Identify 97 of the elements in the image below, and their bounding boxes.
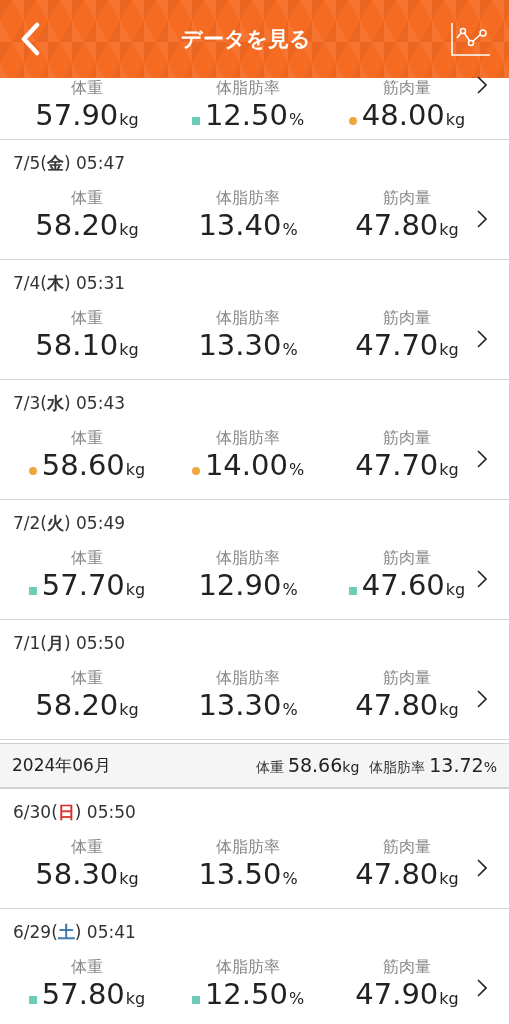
unit-label: kg bbox=[439, 699, 459, 721]
chevron-right-icon[interactable] bbox=[477, 690, 487, 708]
unit-label: kg bbox=[125, 459, 146, 481]
metric-value: 12.50 bbox=[204, 977, 288, 1011]
chevron-right-icon[interactable] bbox=[477, 859, 487, 877]
metric-label: 体脂肪率 bbox=[216, 837, 280, 857]
unit-label: kg bbox=[439, 219, 459, 241]
metric-label: 筋肉量 bbox=[383, 668, 431, 688]
metric-value: 58.20 bbox=[35, 208, 119, 242]
metric-value: 12.50 bbox=[204, 98, 288, 132]
entry-date: 7/2(火) 05:49 bbox=[13, 512, 126, 534]
unit-label: kg bbox=[445, 109, 466, 131]
metric-label: 体重 bbox=[71, 428, 103, 448]
summary-value: 58.66 bbox=[287, 754, 343, 776]
metric-value: 57.80 bbox=[41, 977, 125, 1011]
metric-label: 筋肉量 bbox=[383, 837, 431, 857]
chevron-right-icon[interactable] bbox=[477, 450, 487, 468]
chevron-right-icon[interactable] bbox=[477, 979, 487, 997]
metric-value: 14.00 bbox=[204, 448, 288, 482]
metric-label: 筋肉量 bbox=[383, 308, 431, 328]
unit-label: % bbox=[288, 459, 305, 481]
unit-label: kg bbox=[125, 988, 146, 1010]
metric-label: 体脂肪率 bbox=[216, 78, 280, 98]
metric-value: 47.60 bbox=[361, 568, 445, 602]
unit-label: kg bbox=[119, 868, 139, 890]
metric-label: 体重 bbox=[71, 668, 103, 688]
summary-value: 13.72 bbox=[429, 754, 484, 776]
metric-label: 体重 bbox=[71, 957, 103, 977]
metric-value: 13.50 bbox=[198, 857, 282, 891]
metric-value: 12.90 bbox=[198, 568, 282, 602]
entry-date: 7/4(木) 05:31 bbox=[13, 272, 126, 294]
unit-label: kg bbox=[119, 339, 139, 361]
summary-label: 体脂肪率 bbox=[369, 759, 426, 777]
metric-label: 体重 bbox=[71, 548, 103, 568]
unit-label: kg bbox=[439, 988, 459, 1010]
unit-label: kg bbox=[125, 579, 146, 601]
metric-value: 57.90 bbox=[35, 98, 119, 132]
metric-value: 47.70 bbox=[355, 328, 439, 362]
entry-date: 7/1(月) 05:50 bbox=[13, 632, 126, 654]
metric-label: 筋肉量 bbox=[383, 78, 431, 98]
metric-label: 体重 bbox=[71, 78, 103, 98]
chevron-right-icon[interactable] bbox=[477, 210, 487, 228]
unit-label: % bbox=[282, 868, 298, 890]
chevron-right-icon[interactable] bbox=[477, 330, 487, 348]
unit-label: kg bbox=[119, 109, 139, 131]
metric-value: 13.30 bbox=[198, 328, 282, 362]
metric-value: 47.70 bbox=[355, 448, 439, 482]
metric-label: 体重 bbox=[71, 188, 103, 208]
metric-value: 13.40 bbox=[198, 208, 282, 242]
chevron-right-icon[interactable] bbox=[477, 570, 487, 588]
unit-label: kg bbox=[439, 459, 459, 481]
entry-date: 7/5(金) 05:47 bbox=[13, 152, 126, 174]
metric-value: 47.80 bbox=[355, 857, 439, 891]
month-label: 2024年06月 bbox=[12, 754, 111, 777]
metric-label: 体脂肪率 bbox=[216, 308, 280, 328]
metric-label: 体脂肪率 bbox=[216, 668, 280, 688]
unit-label: kg bbox=[119, 699, 139, 721]
metric-value: 47.80 bbox=[355, 688, 439, 722]
unit-label: kg bbox=[342, 759, 360, 775]
unit-label: % bbox=[282, 339, 298, 361]
metric-label: 体脂肪率 bbox=[216, 428, 280, 448]
metric-value: 13.30 bbox=[198, 688, 282, 722]
metric-label: 体重 bbox=[71, 837, 103, 857]
unit-label: % bbox=[282, 699, 298, 721]
metric-value: 58.10 bbox=[35, 328, 119, 362]
unit-label: % bbox=[282, 219, 298, 241]
metric-label: 体脂肪率 bbox=[216, 188, 280, 208]
entry-date: 6/30(日) 05:50 bbox=[13, 801, 136, 823]
metric-value: 58.20 bbox=[35, 688, 119, 722]
line-chart-icon[interactable] bbox=[451, 22, 491, 56]
unit-label: kg bbox=[445, 579, 466, 601]
unit-label: % bbox=[282, 579, 298, 601]
metric-label: 体重 bbox=[71, 308, 103, 328]
entry-date: 7/3(水) 05:43 bbox=[13, 392, 126, 414]
metric-label: 筋肉量 bbox=[383, 957, 431, 977]
unit-label: % bbox=[483, 759, 497, 775]
metric-label: 体脂肪率 bbox=[216, 957, 280, 977]
unit-label: kg bbox=[439, 339, 459, 361]
metric-value: 47.80 bbox=[355, 208, 439, 242]
unit-label: % bbox=[288, 988, 305, 1010]
summary-label: 体重 bbox=[255, 759, 284, 777]
metric-label: 筋肉量 bbox=[383, 548, 431, 568]
unit-label: kg bbox=[119, 219, 139, 241]
chevron-right-icon[interactable] bbox=[477, 76, 487, 94]
unit-label: % bbox=[288, 109, 305, 131]
back-icon[interactable] bbox=[20, 22, 40, 56]
metric-value: 48.00 bbox=[361, 98, 445, 132]
metric-label: 筋肉量 bbox=[383, 188, 431, 208]
metric-value: 58.60 bbox=[41, 448, 125, 482]
metric-label: 筋肉量 bbox=[383, 428, 431, 448]
unit-label: kg bbox=[439, 868, 459, 890]
header-title: データを見る bbox=[180, 26, 311, 53]
metric-value: 58.30 bbox=[35, 857, 119, 891]
metric-value: 47.90 bbox=[355, 977, 439, 1011]
entry-date: 6/29(土) 05:41 bbox=[13, 921, 136, 943]
metric-label: 体脂肪率 bbox=[216, 548, 280, 568]
metric-value: 57.70 bbox=[41, 568, 125, 602]
